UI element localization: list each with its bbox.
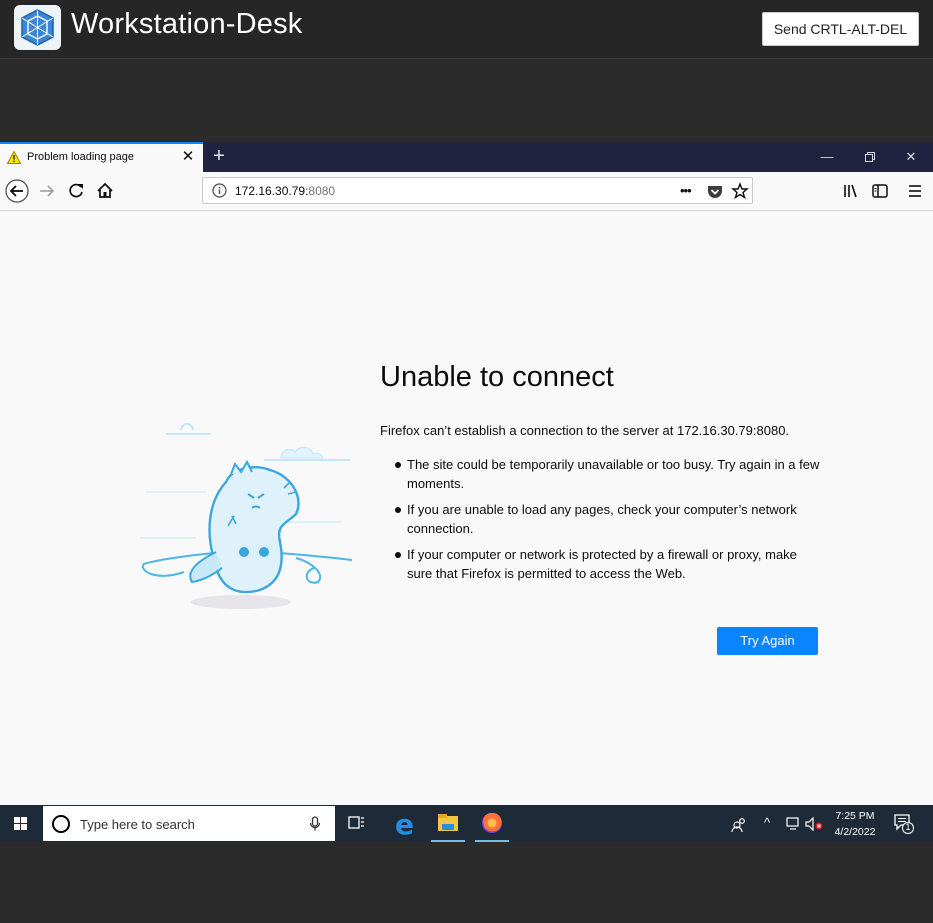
people-icon[interactable] bbox=[731, 816, 747, 832]
bookmark-star-icon[interactable] bbox=[731, 182, 749, 200]
edge-browser-icon[interactable]: e bbox=[385, 805, 423, 842]
task-view-icon[interactable] bbox=[337, 805, 375, 842]
remote-desktop[interactable]: Problem loading page ✕ + — ✕ 172.16.30.7… bbox=[0, 142, 933, 842]
firefox-taskbar-icon[interactable] bbox=[473, 805, 511, 842]
taskbar-clock[interactable]: 7:25 PM 4/2/2022 bbox=[826, 808, 884, 840]
microphone-icon[interactable] bbox=[309, 816, 321, 832]
send-ctrl-alt-del-button[interactable]: Send CRTL-ALT-DEL bbox=[762, 12, 919, 46]
taskbar-search-box[interactable]: Type here to search bbox=[43, 806, 335, 841]
minimize-icon[interactable]: — bbox=[817, 148, 837, 166]
clock-time: 7:25 PM bbox=[835, 810, 875, 822]
list-item: The site could be temporarily unavailabl… bbox=[392, 455, 822, 493]
error-description: Firefox can’t establish a connection to … bbox=[380, 423, 790, 438]
tab-close-icon[interactable]: ✕ bbox=[180, 149, 196, 165]
viewer-background bbox=[0, 842, 933, 923]
hamburger-menu-icon[interactable] bbox=[905, 181, 925, 201]
url-text[interactable]: 172.16.30.79:8080 bbox=[235, 184, 335, 198]
page-actions-menu-icon[interactable]: ••• bbox=[680, 182, 698, 200]
error-page: Unable to connect Firefox can’t establis… bbox=[0, 210, 933, 805]
list-item: If you are unable to load any pages, che… bbox=[392, 500, 822, 538]
forward-arrow-icon[interactable] bbox=[37, 179, 63, 203]
notification-center-icon[interactable]: 1 bbox=[893, 813, 915, 835]
notification-count: 1 bbox=[905, 822, 911, 832]
app-logo-icon bbox=[14, 5, 61, 50]
show-hidden-icons-chevron-icon[interactable]: ^ bbox=[764, 815, 770, 830]
search-placeholder: Type here to search bbox=[80, 817, 195, 832]
tab-title: Problem loading page bbox=[27, 151, 135, 163]
browser-toolbar: 172.16.30.79:8080 ••• bbox=[0, 172, 933, 211]
reload-icon[interactable] bbox=[66, 179, 92, 203]
try-again-button[interactable]: Try Again bbox=[717, 627, 818, 655]
home-icon[interactable] bbox=[95, 179, 121, 203]
warning-icon bbox=[7, 151, 21, 164]
cortana-search-icon bbox=[52, 815, 70, 833]
list-item: If your computer or network is protected… bbox=[392, 545, 822, 583]
dinosaur-illustration-icon bbox=[140, 423, 353, 609]
file-explorer-icon[interactable] bbox=[429, 805, 467, 842]
back-arrow-icon[interactable] bbox=[3, 179, 29, 203]
network-icon[interactable] bbox=[786, 817, 802, 831]
pocket-icon[interactable] bbox=[706, 182, 724, 200]
windows-start-icon[interactable] bbox=[0, 805, 42, 842]
library-icon[interactable] bbox=[841, 181, 861, 201]
tab-problem-loading[interactable]: Problem loading page ✕ bbox=[0, 142, 203, 172]
app-header: Workstation-Desk Send CRTL-ALT-DEL bbox=[0, 0, 933, 59]
clock-date: 4/2/2022 bbox=[834, 826, 876, 838]
windows-taskbar: Type here to search e ^ 7:25 PM 4/2/2022… bbox=[0, 805, 933, 842]
close-window-icon[interactable]: ✕ bbox=[901, 148, 921, 166]
app-title: Workstation-Desk bbox=[71, 8, 303, 40]
restore-icon[interactable] bbox=[860, 148, 880, 166]
new-tab-plus-icon[interactable]: + bbox=[208, 146, 230, 168]
volume-muted-icon[interactable] bbox=[805, 817, 823, 831]
browser-tabstrip: Problem loading page ✕ + — ✕ bbox=[0, 142, 933, 172]
sidebar-icon[interactable] bbox=[870, 181, 890, 201]
error-title: Unable to connect bbox=[380, 361, 614, 393]
error-suggestions-list: The site could be temporarily unavailabl… bbox=[392, 455, 822, 590]
svg-text:e: e bbox=[395, 808, 414, 841]
info-icon[interactable] bbox=[212, 183, 227, 198]
url-bar[interactable]: 172.16.30.79:8080 ••• bbox=[202, 177, 753, 204]
